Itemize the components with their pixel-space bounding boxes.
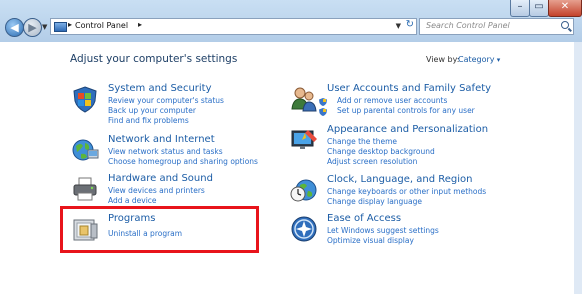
category-title[interactable]: Hardware and Sound bbox=[108, 173, 213, 184]
search-input[interactable]: Search Control Panel bbox=[426, 21, 510, 30]
programs-highlight-box bbox=[60, 206, 259, 253]
category-title[interactable]: Clock, Language, and Region bbox=[327, 174, 472, 185]
link-parental-controls[interactable]: Set up parental controls for any user bbox=[337, 106, 475, 115]
link-network-status[interactable]: View network status and tasks bbox=[108, 147, 223, 156]
printer-icon[interactable] bbox=[71, 175, 99, 203]
link-display-language[interactable]: Change display language bbox=[327, 197, 422, 206]
maximize-button[interactable]: ▭ bbox=[529, 0, 549, 17]
link-back-up[interactable]: Back up your computer bbox=[108, 106, 196, 115]
forward-button[interactable]: ▶ bbox=[23, 18, 42, 37]
globe-network-icon[interactable] bbox=[71, 136, 99, 164]
uac-shield-icon bbox=[319, 98, 327, 106]
address-dropdown[interactable]: ▼ bbox=[396, 22, 401, 30]
monitor-paint-icon[interactable] bbox=[290, 126, 318, 154]
address-bar[interactable]: ▸ Control Panel ▸ ▼ ↻ bbox=[50, 18, 417, 35]
users-icon[interactable] bbox=[290, 85, 318, 113]
uac-shield-icon bbox=[319, 108, 327, 116]
link-find-fix[interactable]: Find and fix problems bbox=[108, 116, 189, 125]
category-title[interactable]: Network and Internet bbox=[108, 134, 215, 145]
window-titlebar: – ▭ ✕ ◀ ▶ ▼ ▸ Control Panel ▸ ▼ ↻ Search… bbox=[0, 0, 582, 42]
link-desktop-background[interactable]: Change desktop background bbox=[327, 147, 435, 156]
link-windows-suggest[interactable]: Let Windows suggest settings bbox=[327, 226, 439, 235]
breadcrumb-control-panel[interactable]: Control Panel bbox=[75, 21, 128, 30]
link-change-keyboards[interactable]: Change keyboards or other input methods bbox=[327, 187, 486, 196]
ease-of-access-icon[interactable] bbox=[290, 215, 318, 243]
minimize-button[interactable]: – bbox=[510, 0, 530, 17]
link-homegroup[interactable]: Choose homegroup and sharing options bbox=[108, 157, 258, 166]
link-optimize-display[interactable]: Optimize visual display bbox=[327, 236, 414, 245]
recent-pages-dropdown[interactable]: ▼ bbox=[42, 23, 47, 31]
back-button[interactable]: ◀ bbox=[5, 18, 24, 37]
category-title[interactable]: Appearance and Personalization bbox=[327, 124, 488, 135]
category-title[interactable]: User Accounts and Family Safety bbox=[327, 83, 491, 94]
clock-globe-icon[interactable] bbox=[290, 176, 318, 204]
breadcrumb-separator[interactable]: ▸ bbox=[68, 20, 72, 29]
view-by-dropdown[interactable]: Category bbox=[458, 55, 500, 64]
breadcrumb-separator[interactable]: ▸ bbox=[138, 20, 142, 29]
link-change-theme[interactable]: Change the theme bbox=[327, 137, 397, 146]
shield-flag-icon[interactable] bbox=[71, 85, 99, 113]
link-review-status[interactable]: Review your computer's status bbox=[108, 96, 224, 105]
link-add-device[interactable]: Add a device bbox=[108, 196, 157, 205]
category-title[interactable]: System and Security bbox=[108, 83, 212, 94]
control-panel-icon bbox=[54, 22, 67, 32]
search-box[interactable]: Search Control Panel bbox=[419, 18, 574, 35]
view-by-label: View by: bbox=[426, 55, 460, 64]
link-add-remove-accounts[interactable]: Add or remove user accounts bbox=[337, 96, 447, 105]
control-panel-content: Adjust your computer's settings View by:… bbox=[0, 42, 574, 294]
window-right-edge bbox=[573, 42, 582, 294]
search-icon[interactable] bbox=[561, 21, 569, 29]
close-button[interactable]: ✕ bbox=[548, 0, 582, 17]
category-title[interactable]: Ease of Access bbox=[327, 213, 401, 224]
refresh-icon[interactable]: ↻ bbox=[406, 19, 414, 30]
page-title: Adjust your computer's settings bbox=[70, 53, 238, 65]
link-screen-resolution[interactable]: Adjust screen resolution bbox=[327, 157, 417, 166]
link-devices-printers[interactable]: View devices and printers bbox=[108, 186, 205, 195]
